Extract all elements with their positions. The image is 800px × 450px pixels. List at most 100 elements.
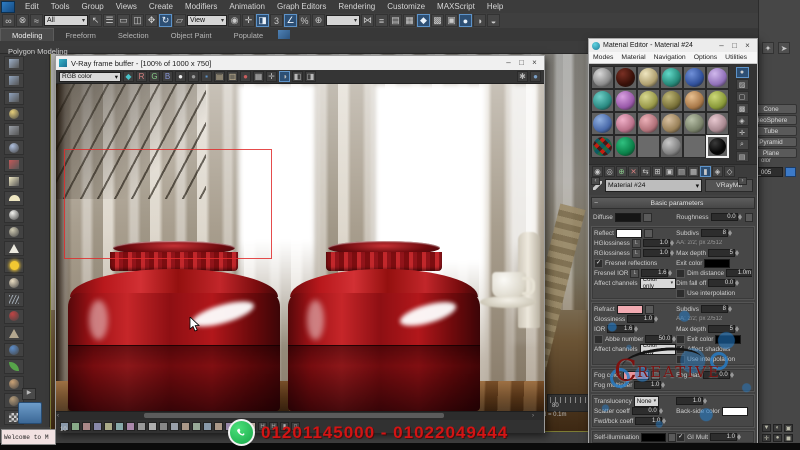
sample-slot-10[interactable] — [660, 89, 683, 112]
checkbox-use-interpolation[interactable] — [676, 289, 685, 298]
rectangular-region-icon[interactable]: ▭ — [117, 14, 130, 27]
region-render-icon[interactable]: ◑ — [279, 71, 290, 82]
sample-slot-13[interactable] — [591, 112, 614, 135]
mountain-object-icon[interactable] — [4, 326, 24, 341]
box-primitive-icon[interactable] — [4, 174, 24, 189]
vfb-title-bar[interactable]: V-Ray frame buffer - [100% of 1000 x 750… — [56, 56, 544, 70]
spinner-arrows[interactable] — [730, 371, 735, 379]
dropdown-color-only[interactable]: Color only▾ — [640, 278, 677, 289]
slots-scroll-left[interactable]: ‹ — [591, 177, 600, 185]
ui-panel-icon-1[interactable] — [4, 56, 24, 71]
rollout-basic-parameters[interactable]: −Basic parameters — [591, 197, 755, 209]
menu-create[interactable]: Create — [143, 1, 179, 13]
options-icon[interactable]: ✛ — [736, 127, 749, 138]
spinner-value[interactable]: 5 — [708, 325, 735, 333]
spinner-value[interactable]: 1.0 — [634, 381, 661, 389]
color-swatch[interactable] — [704, 259, 730, 268]
me-menu-modes[interactable]: Modes — [589, 54, 617, 61]
spinner-arrows[interactable] — [728, 305, 733, 313]
select-and-link-icon[interactable]: ∞ — [2, 14, 15, 27]
sample-slot-19[interactable] — [591, 135, 614, 158]
background-icon[interactable]: ▢ — [736, 91, 749, 102]
menu-animation[interactable]: Animation — [223, 1, 271, 13]
color-swatch[interactable] — [715, 335, 741, 344]
status-icon-2[interactable]: ◐ — [773, 424, 782, 432]
vfb-info-icon[interactable]: ● — [530, 71, 541, 82]
color-swatch[interactable] — [641, 433, 665, 442]
camera-icon[interactable] — [4, 123, 24, 138]
sample-slot-11[interactable] — [683, 89, 706, 112]
swap-compare-icon[interactable]: ◨ — [305, 71, 316, 82]
spinner[interactable]: 5 — [708, 325, 740, 333]
angle-snap-icon[interactable]: ∠ — [284, 14, 297, 27]
ui-panel-icon-2[interactable] — [4, 73, 24, 88]
spinner-value[interactable]: 1.0 — [627, 315, 654, 323]
percent-snap-icon[interactable]: % — [298, 14, 311, 27]
select-move-icon[interactable]: ✥ — [145, 14, 158, 27]
video-color-check-icon[interactable]: ◈ — [736, 115, 749, 126]
vfb-history-icon-13[interactable] — [192, 422, 201, 431]
get-material-icon[interactable]: ◉ — [592, 166, 603, 177]
sample-slot-23[interactable] — [683, 135, 706, 158]
sample-slot-24[interactable] — [706, 135, 729, 158]
spinner-arrows[interactable] — [670, 249, 675, 257]
spinner-snap-icon[interactable]: ⊕ — [312, 14, 325, 27]
render-region-rectangle[interactable] — [64, 149, 272, 259]
vfb-history-icon-11[interactable] — [170, 422, 179, 431]
globe-object-icon[interactable] — [4, 343, 24, 358]
sample-slot-17[interactable] — [683, 112, 706, 135]
checkbox-dim-distance[interactable] — [676, 269, 685, 278]
menu-graph-editors[interactable]: Graph Editors — [271, 1, 332, 13]
scroll-left-arrow[interactable]: ‹ — [57, 412, 59, 420]
spinner-value[interactable]: 1.0 — [676, 397, 703, 405]
render-iterative-icon[interactable]: ◑ — [473, 14, 486, 27]
spinner-value[interactable]: 50.0 — [645, 335, 672, 343]
select-rotate-icon[interactable]: ↻ — [159, 14, 172, 27]
me-maximize-button[interactable]: □ — [728, 40, 741, 52]
spinner[interactable]: 1.0 — [710, 433, 742, 441]
ab-compare-icon[interactable]: ◧ — [292, 71, 303, 82]
selection-filter-dropdown[interactable]: All▾ — [44, 15, 88, 26]
spinner-arrows[interactable] — [661, 381, 666, 389]
menu-rendering[interactable]: Rendering — [332, 1, 381, 13]
spinner-value[interactable]: 0.0 — [632, 407, 659, 415]
status-icon-6[interactable]: ◼ — [784, 434, 793, 442]
display-panel-tab-icon[interactable]: ✦ — [762, 42, 774, 54]
spinner[interactable]: 0.0 — [708, 279, 740, 287]
spinner-arrows[interactable] — [737, 433, 742, 441]
spinner[interactable]: 50.0 — [645, 335, 676, 343]
menu-edit[interactable]: Edit — [19, 1, 45, 13]
spinner-value[interactable]: 5 — [708, 249, 735, 257]
make-unique-icon[interactable]: ⇆ — [640, 166, 651, 177]
keyboard-shortcut-override-icon[interactable]: ◨ — [256, 14, 269, 27]
sphere-primitive-icon[interactable] — [4, 208, 24, 223]
vfb-history-icon-3[interactable] — [82, 422, 91, 431]
leftbar-active-tool-button[interactable] — [18, 402, 42, 424]
put-to-scene-icon[interactable]: ◎ — [604, 166, 615, 177]
show-end-result-icon[interactable]: ▦ — [688, 166, 699, 177]
status-icon-4[interactable]: ✛ — [762, 434, 771, 442]
3dsmax-logo-icon[interactable] — [1, 1, 15, 13]
material-editor-icon[interactable]: ◆ — [417, 14, 430, 27]
checkbox-fresnel-reflections[interactable]: ✓ — [594, 259, 603, 268]
graph-editors-icon[interactable]: ▦ — [403, 14, 416, 27]
spinner[interactable]: 1.0 — [635, 417, 667, 425]
compare-horizontal-icon[interactable]: ▦ — [253, 71, 264, 82]
spinner-arrows[interactable] — [703, 397, 708, 405]
spinner-value[interactable]: 1.6 — [607, 325, 634, 333]
spinner-value[interactable]: 8 — [701, 229, 728, 237]
spinner-arrows[interactable] — [735, 279, 740, 287]
spinner[interactable]: 0.0 — [632, 407, 664, 415]
go-to-parent-icon[interactable]: ▮ — [700, 166, 711, 177]
sample-slot-8[interactable] — [614, 89, 637, 112]
lock-button[interactable]: L — [630, 269, 639, 278]
mirror-icon[interactable]: ⋈ — [361, 14, 374, 27]
sample-slot-3[interactable] — [637, 66, 660, 89]
spinner-value[interactable]: 1.0m — [726, 269, 752, 277]
spinner-value[interactable]: 1.0 — [710, 433, 737, 441]
render-production-icon[interactable]: ● — [459, 14, 472, 27]
dome-primitive-icon[interactable] — [4, 191, 24, 206]
vfb-history-icon-6[interactable] — [115, 422, 124, 431]
maxscript-mini-listener[interactable]: Welcome to M — [1, 429, 56, 445]
utilities-panel-tab-icon[interactable]: ➤ — [778, 42, 790, 54]
